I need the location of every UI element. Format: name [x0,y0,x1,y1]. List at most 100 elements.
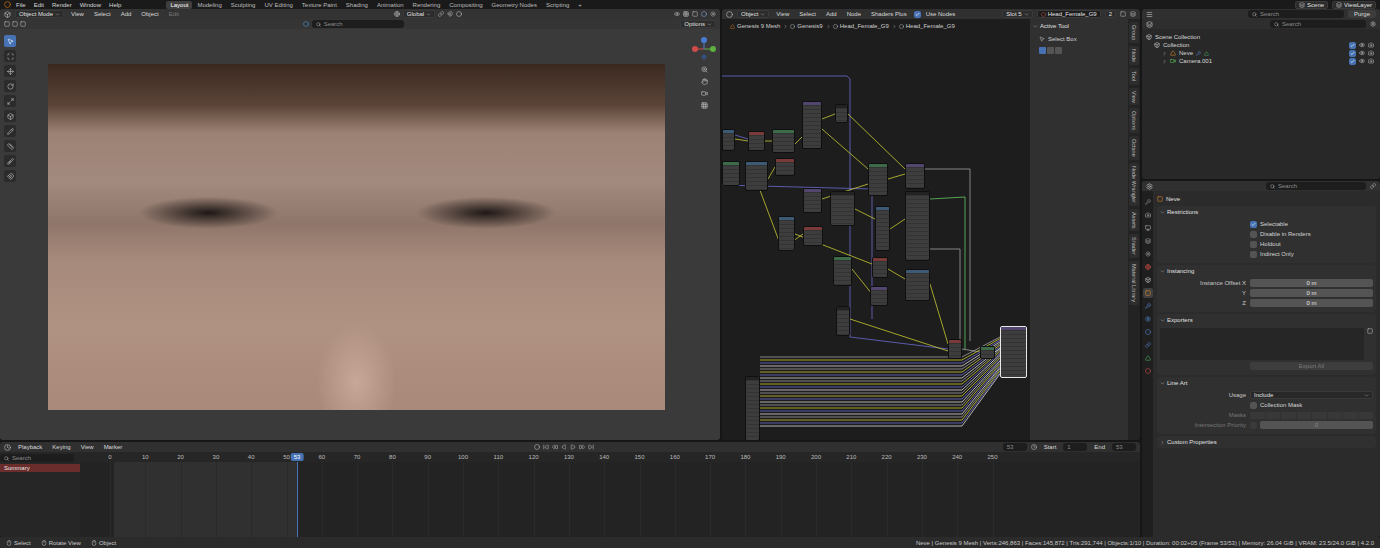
xray-icon[interactable] [692,11,698,17]
tool-button[interactable] [4,50,16,62]
number-field[interactable]: 0 m [1250,299,1373,307]
properties-tab[interactable] [1143,353,1153,363]
exclude-checkbox[interactable] [1349,50,1356,57]
mode-button[interactable] [1047,47,1054,54]
editor-type-icon[interactable] [4,11,11,18]
workspace-tab[interactable]: Sculpting [227,1,260,9]
menu-item[interactable]: Object [138,11,161,17]
fake-user-icon[interactable] [1120,11,1126,17]
tool-icon[interactable] [7,128,14,135]
shader-node[interactable] [772,129,795,153]
tab-icon[interactable] [1145,329,1151,335]
material-icon[interactable] [1041,12,1046,17]
camera-view-icon[interactable] [701,90,708,97]
sidebar-tab[interactable]: Octane [1129,136,1139,160]
shader-node[interactable] [745,161,768,191]
play-icon[interactable] [570,444,576,450]
tab-icon[interactable] [1145,251,1151,257]
mode-button[interactable] [1055,47,1062,54]
breadcrumb[interactable]: Genesis9 [783,23,822,29]
shader-node[interactable] [905,191,930,261]
filter-icon[interactable] [1370,21,1376,27]
tool-icon[interactable] [7,113,14,120]
proportional-icon[interactable] [456,11,462,17]
sidebar-tab[interactable]: Options [1129,108,1139,133]
pan-icon[interactable] [701,78,708,85]
properties-search-field[interactable]: Search [1266,182,1366,190]
options-dropdown[interactable]: Options [680,20,716,28]
overlay-icon[interactable] [683,11,689,17]
panel-header[interactable]: Instancing [1160,267,1373,275]
properties-tab[interactable] [1143,236,1153,246]
tool-icon[interactable] [7,68,14,75]
chevron-down-icon[interactable] [55,12,60,17]
add-workspace-button[interactable]: + [574,1,586,9]
tab-icon[interactable] [1145,303,1151,309]
shader-type-dropdown[interactable]: Object [737,10,769,18]
properties-tab[interactable] [1143,288,1153,298]
snap-icon[interactable] [447,11,453,17]
visibility-icon[interactable] [674,11,680,17]
pin-icon[interactable] [1370,183,1376,189]
sidebar-tab[interactable]: Node Wrangler [1129,163,1139,206]
visibility-icon[interactable] [1359,58,1365,64]
perspective-icon[interactable] [701,102,708,109]
menu-item[interactable]: Playback [15,444,45,450]
scene-icon[interactable] [1299,2,1305,8]
tab-icon[interactable] [1145,212,1151,218]
chevron-down-icon[interactable] [707,22,712,27]
use-nodes-checkbox[interactable] [914,11,921,18]
node-canvas[interactable]: Genesis 9 MeshGenesis9Head_Female_G9Head… [722,19,1030,440]
zoom-icon[interactable] [701,66,708,73]
editor-type-icon[interactable] [726,11,733,18]
workspace-tab[interactable]: Animation [373,1,408,9]
editor-type-icon[interactable] [4,444,11,451]
number-field[interactable]: 0 m [1250,289,1373,297]
orientation-icon[interactable] [394,11,400,17]
properties-tab[interactable] [1143,249,1153,259]
workspace-tab[interactable]: Rendering [409,1,445,9]
jump-start-icon[interactable] [543,444,549,450]
number-field[interactable]: 0 m [1250,279,1373,287]
view-layer-icon[interactable] [1336,2,1342,8]
mode-dropdown[interactable]: Object Mode [15,10,64,18]
expand-icon[interactable] [1162,51,1167,56]
check-icon[interactable] [1350,43,1355,48]
menu-item[interactable]: Add [823,11,840,17]
sidebar-tab[interactable]: View [1129,88,1139,106]
render-visibility-icon[interactable] [1368,42,1374,48]
tab-icon[interactable] [1145,316,1151,322]
workspace-tab[interactable]: Texture Paint [298,1,341,9]
sidebar-tab[interactable]: Material Library [1129,261,1139,305]
shader-node[interactable] [868,163,888,196]
playhead-label[interactable]: 53 [291,453,304,461]
tab-icon[interactable] [1145,368,1151,374]
chevron-icon[interactable] [1160,318,1165,323]
addon-menu[interactable]: Shaders Plus [868,11,910,17]
panel-header[interactable]: Restrictions [1160,208,1373,216]
tab-icon[interactable] [1145,290,1151,296]
shader-node[interactable] [803,188,822,213]
purge-button[interactable]: Purge [1348,10,1376,18]
blender-logo-icon[interactable] [4,1,11,8]
shader-node[interactable] [980,346,995,359]
search-icon[interactable] [316,22,321,27]
tool-icon[interactable] [7,173,14,180]
menu-item[interactable]: Node [844,11,864,17]
timeline-graph[interactable]: 0102030405060708090100110120130140150160… [80,452,1140,537]
tool-button[interactable] [4,95,16,107]
display-mode-icon[interactable] [1146,21,1153,28]
search-icon[interactable] [1274,22,1279,27]
menu-item[interactable]: Keying [49,444,73,450]
workspace-tab[interactable]: UV Editing [260,1,296,9]
property-checkbox[interactable] [1250,231,1257,238]
menu-item[interactable]: Select [91,11,114,17]
chevron-icon[interactable] [1160,210,1165,215]
property-checkbox[interactable] [1250,221,1257,228]
properties-tab[interactable] [1143,366,1153,376]
properties-tab[interactable] [1143,301,1153,311]
chevron-down-icon[interactable] [1024,12,1029,17]
sidebar-tab[interactable]: Assets [1129,209,1139,232]
shader-node[interactable] [870,286,888,306]
camera-icon[interactable] [1170,58,1176,64]
